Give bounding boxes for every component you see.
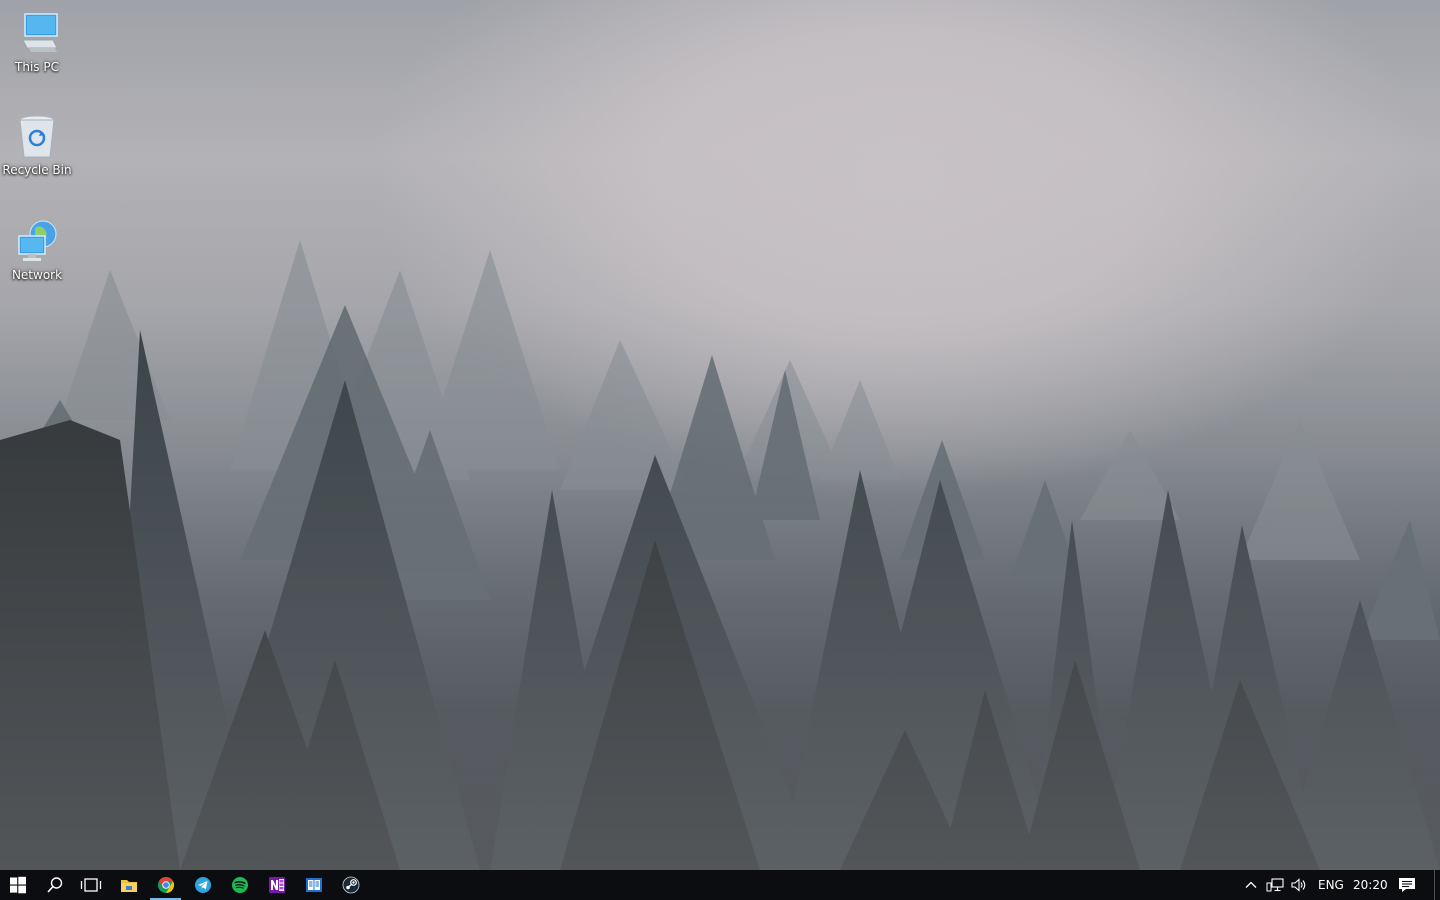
taskbar-app-telegram[interactable]	[184, 870, 221, 900]
search-icon	[47, 877, 63, 893]
taskbar-app-steam[interactable]	[332, 870, 369, 900]
taskbar-app-file-explorer[interactable]	[110, 870, 147, 900]
taskbar-app-spotify[interactable]	[221, 870, 258, 900]
volume-button[interactable]	[1288, 870, 1310, 900]
network-status-button[interactable]	[1264, 870, 1286, 900]
clock[interactable]: 20:20	[1353, 870, 1388, 900]
taskbar-app-onenote[interactable]	[258, 870, 295, 900]
desktop-icon-this-pc[interactable]: This PC	[0, 10, 74, 75]
action-center-icon	[1399, 878, 1415, 892]
desktop-icon-network[interactable]: Network	[0, 218, 74, 283]
show-desktop-button[interactable]	[1434, 870, 1440, 900]
spotify-icon	[231, 877, 248, 893]
this-pc-icon	[13, 10, 61, 58]
taskbar: ENG 20:20	[0, 870, 1440, 900]
task-view-button[interactable]	[73, 870, 109, 900]
desktop-wallpaper: This PC Recycle Bin Network	[0, 0, 1440, 870]
start-button[interactable]	[0, 870, 36, 900]
taskbar-app-reader[interactable]	[295, 870, 332, 900]
chrome-icon	[157, 877, 174, 893]
file-explorer-icon	[120, 880, 137, 892]
network-icon	[13, 218, 61, 266]
action-center-button[interactable]	[1395, 870, 1419, 900]
desktop-icon-recycle-bin[interactable]: Recycle Bin	[0, 113, 74, 178]
search-button[interactable]	[37, 870, 73, 900]
show-hidden-icons-button[interactable]	[1241, 870, 1261, 900]
input-language-indicator[interactable]: ENG	[1318, 870, 1344, 900]
telegram-icon	[194, 877, 211, 893]
taskbar-app-chrome[interactable]	[147, 870, 184, 900]
network-status-icon	[1266, 878, 1284, 892]
reader-icon	[305, 878, 322, 892]
desktop-icon-label: This PC	[15, 60, 59, 74]
onenote-icon	[268, 877, 285, 893]
task-view-icon	[80, 878, 102, 892]
foggy-forest-wallpaper	[0, 0, 1440, 870]
volume-icon	[1291, 878, 1306, 892]
desktop-icon-label: Recycle Bin	[2, 163, 72, 177]
show-hidden-icons-chevron-icon	[1245, 881, 1257, 888]
windows-start-icon	[10, 876, 26, 894]
recycle-bin-icon	[13, 113, 61, 161]
desktop-icon-label: Network	[11, 268, 63, 282]
steam-icon	[342, 876, 359, 894]
